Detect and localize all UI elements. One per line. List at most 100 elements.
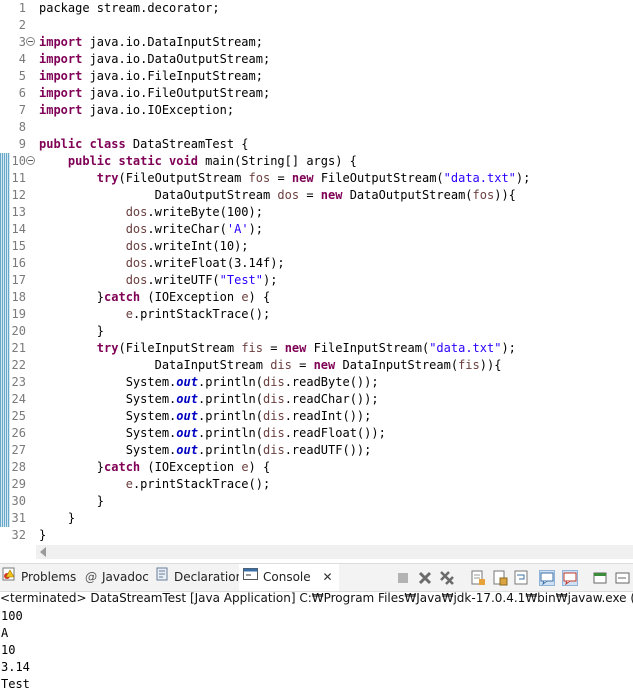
code-token: java.io.DataOutputStream; (82, 52, 271, 66)
code-text: import java.io.FileOutputStream; (39, 85, 270, 102)
word-wrap-icon[interactable] (514, 570, 530, 586)
code-line[interactable]: 8 (0, 119, 633, 136)
tab-declaration[interactable]: Declaration (156, 564, 243, 591)
line-number: 15 (11, 239, 26, 253)
tab-label: Javadoc (102, 570, 149, 584)
code-token: = (263, 341, 285, 355)
pin-console-icon[interactable] (593, 570, 609, 586)
code-text: dos.writeFloat(3.14f); (39, 255, 285, 272)
code-token: ); (263, 273, 278, 287)
code-token: fos (472, 188, 495, 202)
code-token: .println( (197, 443, 263, 457)
code-text: } (39, 493, 104, 510)
code-token: .println( (197, 375, 263, 389)
code-token: 'A' (226, 222, 249, 236)
code-line[interactable]: 27 System.out.println(dis.readUTF()); (0, 442, 633, 459)
remove-all-terminated-icon[interactable] (439, 570, 455, 586)
code-token: import (39, 35, 83, 49)
code-text: public static void main(String[] args) { (39, 153, 357, 170)
code-token: .readFloat()); (284, 426, 386, 440)
code-token: (FileOutputStream (118, 171, 249, 185)
code-line[interactable]: 16 dos.writeFloat(3.14f); (0, 255, 633, 272)
code-text: dos.writeInt(10); (39, 238, 249, 255)
clear-console-icon[interactable] (470, 570, 486, 586)
scroll-lock-icon[interactable] (492, 570, 508, 586)
tab-javadoc[interactable]: @ Javadoc (85, 564, 149, 591)
code-line[interactable]: 10 public static void main(String[] args… (0, 153, 633, 170)
code-line[interactable]: 18 }catch (IOException e) { (0, 289, 633, 306)
code-token: out (176, 426, 198, 440)
code-line[interactable]: 3 import java.io.DataInputStream; (0, 34, 633, 51)
terminate-icon[interactable] (395, 570, 411, 586)
remove-launch-icon[interactable] (417, 570, 433, 586)
fold-toggle-icon[interactable] (26, 156, 35, 165)
code-token: ); (248, 222, 264, 236)
code-line[interactable]: 30 } (0, 493, 633, 510)
code-line[interactable]: 1 package stream.decorator; (0, 0, 633, 17)
scroll-left-arrow-icon[interactable] (40, 547, 46, 557)
code-line[interactable]: 15 dos.writeInt(10); (0, 238, 633, 255)
display-console-icon[interactable] (615, 570, 631, 586)
code-token: .readUTF()); (284, 443, 372, 457)
fold-toggle-icon[interactable] (26, 37, 35, 46)
code-line[interactable]: 20 } (0, 323, 633, 340)
code-token: } (39, 511, 76, 525)
code-line[interactable]: 28 }catch (IOException e) { (0, 459, 633, 476)
code-text: DataOutputStream dos = new DataOutputStr… (39, 187, 516, 204)
code-token: (FileInputStream (118, 341, 242, 355)
console-output[interactable]: 100 A 10 3.14 Test (0, 607, 633, 693)
code-token: } (39, 324, 105, 338)
code-line[interactable]: 5 import java.io.FileInputStream; (0, 68, 633, 85)
code-token: .readByte()); (284, 375, 379, 389)
code-token: (IOException (140, 460, 242, 474)
code-token: import (39, 69, 83, 83)
code-token: import (39, 52, 83, 66)
line-number: 8 (18, 120, 26, 134)
code-line[interactable]: 21 try(FileInputStream fis = new FileInp… (0, 340, 633, 357)
code-line[interactable]: 4 import java.io.DataOutputStream; (0, 51, 633, 68)
code-token: ); (501, 341, 516, 355)
code-line[interactable]: 2 (0, 17, 633, 34)
line-number: 1 (18, 1, 26, 15)
code-token: dis (263, 443, 285, 457)
code-line[interactable]: 17 dos.writeUTF("Test"); (0, 272, 633, 289)
code-line[interactable]: 6 import java.io.FileOutputStream; (0, 85, 633, 102)
code-line[interactable]: 13 dos.writeByte(100); (0, 204, 633, 221)
code-line[interactable]: 23 System.out.println(dis.readByte()); (0, 374, 633, 391)
console-output-line: 10 (1, 643, 16, 657)
code-line[interactable]: 24 System.out.println(dis.readChar()); (0, 391, 633, 408)
code-token: "data.txt" (443, 171, 516, 185)
code-line[interactable]: 7 import java.io.IOException; (0, 102, 633, 119)
code-line[interactable]: 11 try(FileOutputStream fos = new FileOu… (0, 170, 633, 187)
code-token: dis (270, 358, 292, 372)
code-text: import java.io.FileInputStream; (39, 68, 263, 85)
code-token: .println( (197, 409, 263, 423)
line-number: 27 (11, 443, 26, 457)
code-token: java.io.DataInputStream; (82, 35, 263, 49)
code-editor[interactable]: 1 package stream.decorator; 2 3 import java.… (0, 0, 633, 545)
code-line[interactable]: 12 DataOutputStream dos = new DataOutput… (0, 187, 633, 204)
code-line[interactable]: 25 System.out.println(dis.readInt()); (0, 408, 633, 425)
show-on-stdout-icon[interactable] (539, 570, 555, 586)
code-line[interactable]: 19 e.printStackTrace(); (0, 306, 633, 323)
code-text: package stream.decorator; (39, 0, 220, 17)
tab-console[interactable]: Console ✕ (239, 564, 339, 591)
code-token: System. (39, 409, 177, 423)
code-line[interactable]: 14 dos.writeChar('A'); (0, 221, 633, 238)
code-token: catch (104, 290, 141, 304)
show-on-stderr-icon[interactable] (562, 570, 578, 586)
code-line[interactable]: 29 e.printStackTrace(); (0, 476, 633, 493)
code-line[interactable]: 26 System.out.println(dis.readFloat()); (0, 425, 633, 442)
line-number: 5 (18, 69, 26, 83)
console-output-line: Test (1, 677, 30, 691)
code-line[interactable]: 31 } (0, 510, 633, 527)
declaration-icon (156, 564, 169, 591)
code-line[interactable]: 32} (0, 527, 633, 544)
code-line[interactable]: 9 public class DataStreamTest { (0, 136, 633, 153)
close-icon[interactable]: ✕ (322, 570, 332, 584)
tab-problems[interactable]: Problems (2, 564, 76, 591)
code-line[interactable]: 22 DataInputStream dis = new DataInputSt… (0, 357, 633, 374)
editor-horizontal-scrollbar[interactable] (36, 545, 633, 559)
